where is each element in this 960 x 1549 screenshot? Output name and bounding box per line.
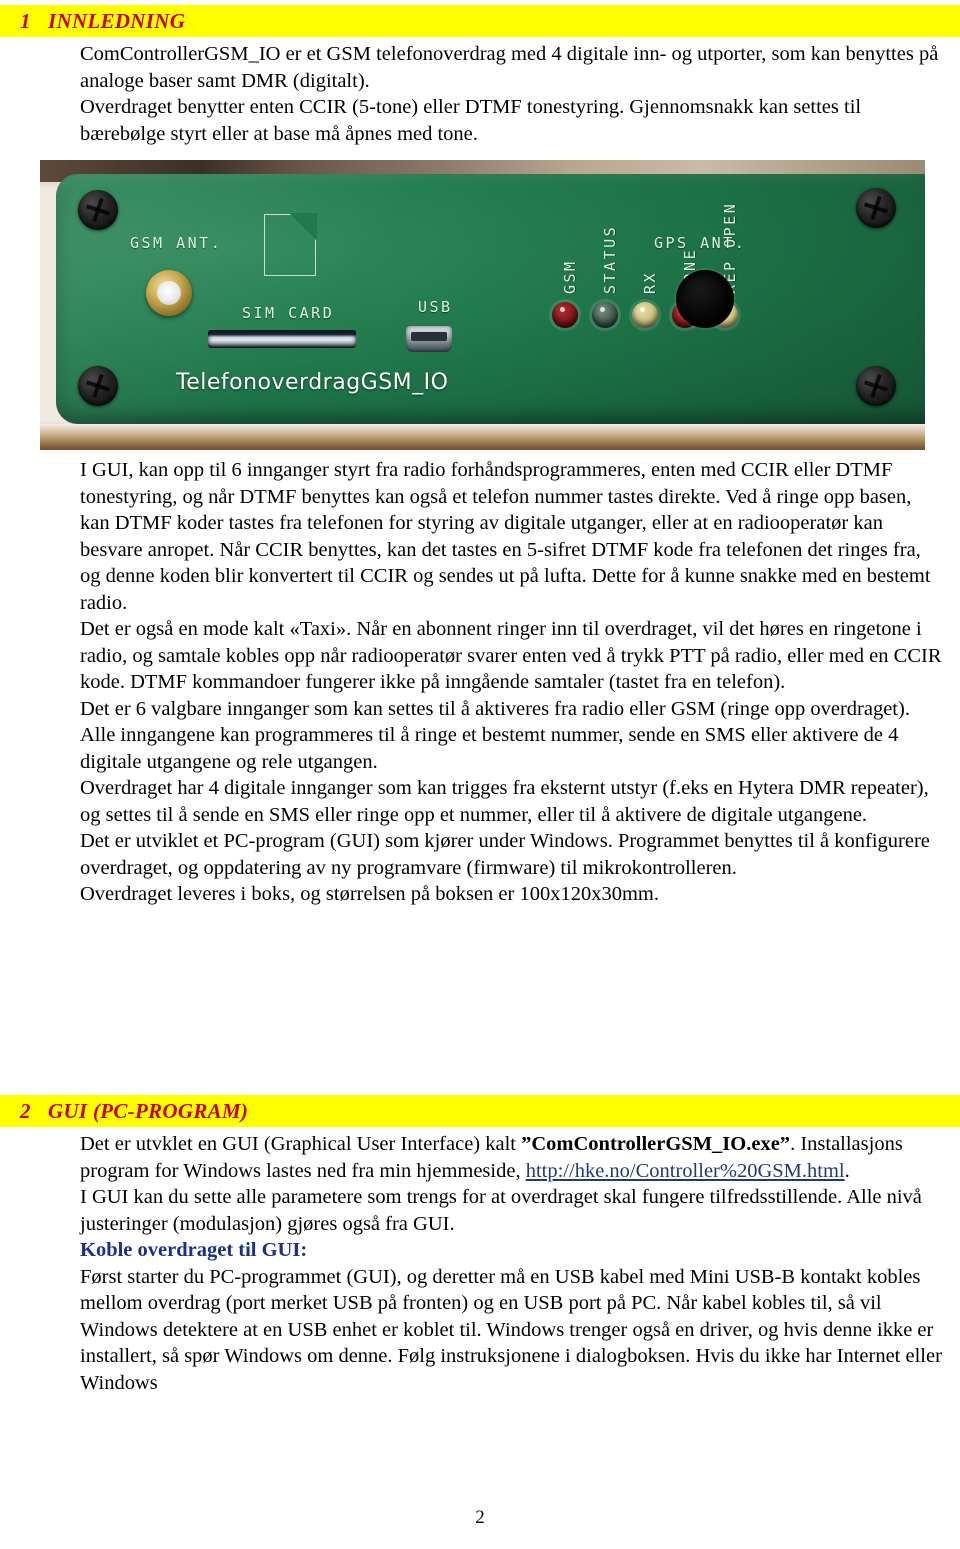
sim-card-outline-graphic	[264, 213, 317, 276]
intro-text-block: ComControllerGSM_IO er et GSM telefonove…	[0, 37, 960, 147]
gui-text-block: Det er utvklet en GUI (Graphical User In…	[0, 1131, 960, 1396]
usb-mini-b-port	[406, 326, 452, 352]
gsm-antenna-connector	[146, 270, 192, 316]
silkscreen-label-led-gsm: GSM	[561, 259, 579, 294]
silkscreen-label-sim-card: SIM CARD	[242, 304, 335, 322]
gui-exe-name: ”ComControllerGSM_IO.exe”	[521, 1133, 791, 1155]
gui-line2-end: .	[844, 1159, 850, 1182]
intro-paragraph-2: Overdraget benytter enten CCIR (5-tone) …	[80, 96, 862, 145]
body-paragraph-5: Det er utviklet et PC-program (GUI) som …	[80, 830, 930, 879]
silkscreen-label-usb: USB	[418, 298, 453, 316]
screw-bottom-left	[78, 366, 118, 406]
section-title-2: GUI (PC-PROGRAM)	[48, 1098, 249, 1123]
product-photo-image: GSM ANT. SIM CARD USB TelefonoverdragGSM…	[40, 160, 925, 450]
led-rx	[632, 302, 658, 328]
silkscreen-label-led-rx: RX	[641, 270, 659, 294]
section-title-1: INNLEDNING	[48, 8, 186, 33]
gui-paragraph-1: Det er utvklet en GUI (Graphical User In…	[80, 1131, 942, 1184]
gps-antenna-hole	[676, 270, 734, 328]
page-number: 2	[475, 1507, 485, 1528]
section-number-2: 2	[20, 1098, 31, 1123]
section-heading-2: 2 GUI (PC-PROGRAM)	[0, 1095, 960, 1127]
gui-paragraph-2: I GUI kan du sette alle parametere som t…	[80, 1186, 922, 1235]
screw-bottom-right	[856, 366, 896, 406]
body-paragraph-4: Overdraget har 4 digitale innganger som …	[80, 777, 929, 826]
silkscreen-label-gsm-ant: GSM ANT.	[130, 234, 223, 252]
screw-top-right	[856, 188, 896, 228]
device-brand-label: TelefonoverdragGSM_IO	[176, 370, 449, 395]
homepage-link[interactable]: http://hke.no/Controller%20GSM.html	[526, 1160, 845, 1182]
gui-subheading-connect: Koble overdraget til GUI:	[80, 1239, 308, 1261]
section-number-1: 1	[20, 8, 31, 33]
gui-line1-prefix: Det er utvklet en GUI (Graphical User In…	[80, 1133, 522, 1155]
silkscreen-label-led-status: STATUS	[601, 224, 619, 294]
product-photo: GSM ANT. SIM CARD USB TelefonoverdragGSM…	[40, 160, 925, 450]
intro-paragraph-1: ComControllerGSM_IO er et GSM telefonove…	[80, 43, 939, 92]
gui-paragraph-3: Først starter du PC-programmet (GUI), og…	[80, 1265, 942, 1394]
screw-top-left	[78, 190, 118, 230]
device-faceplate: GSM ANT. SIM CARD USB TelefonoverdragGSM…	[56, 174, 925, 424]
body-paragraph-3: Det er 6 valgbare innganger som kan sett…	[80, 697, 910, 773]
body-paragraph-6: Overdraget leveres i boks, og størrelsen…	[80, 883, 659, 905]
gsm-antenna-pin	[166, 290, 172, 296]
section-heading-1: 1 INNLEDNING	[0, 5, 960, 37]
main-text-block: I GUI, kan opp til 6 innganger styrt fra…	[0, 457, 960, 908]
sim-card-slot	[208, 330, 356, 348]
body-paragraph-1: I GUI, kan opp til 6 innganger styrt fra…	[80, 459, 931, 614]
led-gsm	[552, 302, 578, 328]
body-paragraph-2: Det er også en mode kalt «Taxi». Når en …	[80, 618, 942, 693]
led-status	[592, 302, 618, 328]
photo-background-bottom	[40, 424, 925, 450]
silkscreen-label-gps-ant: GPS ANT.	[654, 234, 747, 252]
